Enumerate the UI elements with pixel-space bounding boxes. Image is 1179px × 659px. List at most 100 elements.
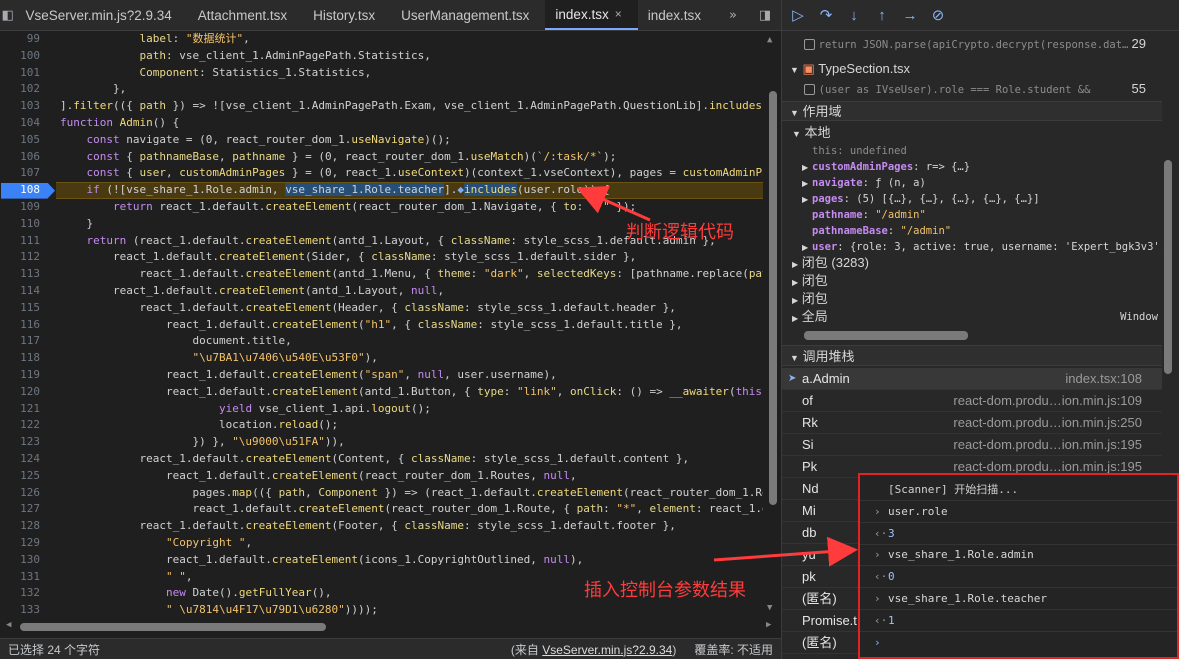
code-line: if (![vse_share_1.Role.admin, vse_share_… bbox=[86, 183, 610, 197]
scope-variable[interactable]: pathnameBase: "/admin" bbox=[782, 222, 1162, 238]
code-line: react_1.default.createElement(Footer, { … bbox=[60, 519, 676, 533]
callstack-frame[interactable]: Si react-dom.produ…ion.min.js:195 bbox=[782, 434, 1162, 456]
code-line: const { pathnameBase, pathname } = (0, r… bbox=[86, 149, 617, 163]
breakpoint-file-group[interactable]: ▼ ▣ TypeSection.tsx bbox=[782, 58, 1162, 80]
line-number[interactable]: 99 bbox=[0, 31, 48, 48]
breakpoint-item[interactable]: return JSON.parse(apiCrypto.decrypt(resp… bbox=[782, 34, 1162, 54]
sidebar-scroll-thumb[interactable] bbox=[1164, 160, 1172, 374]
line-number[interactable]: 128 bbox=[0, 518, 48, 535]
line-number[interactable]: 130 bbox=[0, 552, 48, 569]
scroll-left-icon[interactable]: ◀ bbox=[6, 620, 11, 630]
editor-tab[interactable]: UserManagement.tsx bbox=[391, 0, 545, 30]
line-number[interactable]: 103 bbox=[0, 98, 48, 115]
code-line: path: vse_client_1.AdminPagePath.Statist… bbox=[139, 48, 431, 62]
scope-local[interactable]: ▼ 本地 bbox=[782, 124, 1162, 142]
source-map-link[interactable]: VseServer.min.js?2.9.34 bbox=[542, 643, 672, 657]
callstack-frame[interactable]: of react-dom.produ…ion.min.js:109 bbox=[782, 390, 1162, 412]
coverage-status[interactable]: 覆盖率: 不适用 bbox=[694, 641, 773, 658]
overflow-tabs-icon[interactable]: » bbox=[717, 8, 749, 23]
step-over-icon[interactable]: ↷ bbox=[818, 6, 834, 24]
step-out-icon[interactable]: ↑ bbox=[874, 7, 890, 24]
line-number[interactable]: 105 bbox=[0, 132, 48, 149]
callstack-section-header[interactable]: ▼ 调用堆栈 bbox=[782, 345, 1162, 366]
line-number[interactable]: 119 bbox=[0, 367, 48, 384]
editor-tab[interactable]: Attachment.tsx bbox=[188, 0, 303, 30]
callstack-frame[interactable]: Rk react-dom.produ…ion.min.js:250 bbox=[782, 412, 1162, 434]
line-number[interactable]: 114 bbox=[0, 283, 48, 300]
breakpoint-checkbox[interactable] bbox=[804, 84, 815, 96]
editor-horizontal-scrollbar[interactable]: ◀ ▶ bbox=[0, 617, 781, 636]
line-number[interactable]: 120 bbox=[0, 384, 48, 401]
console-entry: › vse_share_1.Role.teacher bbox=[860, 588, 1177, 610]
breakpoint-checkbox[interactable] bbox=[804, 39, 815, 51]
scroll-down-icon[interactable]: ▼ bbox=[767, 603, 772, 613]
console-entry: ‹·0 bbox=[860, 566, 1177, 589]
line-number[interactable]: 107 bbox=[0, 165, 48, 182]
code-line: } bbox=[60, 216, 94, 230]
scope-global[interactable]: ▶ 全局 Window bbox=[782, 308, 1162, 326]
line-number[interactable]: 123 bbox=[0, 434, 48, 451]
line-number[interactable]: 106 bbox=[0, 149, 48, 166]
line-number[interactable]: 112 bbox=[0, 249, 48, 266]
line-number[interactable]: 122 bbox=[0, 417, 48, 434]
line-number[interactable]: 127 bbox=[0, 501, 48, 518]
line-number[interactable]: 132 bbox=[0, 585, 48, 602]
close-tab-icon[interactable]: × bbox=[615, 7, 622, 21]
line-number[interactable]: 125 bbox=[0, 468, 48, 485]
breakpoint-item[interactable]: (user as IVseUser).role === Role.student… bbox=[782, 79, 1162, 99]
line-number[interactable]: 117 bbox=[0, 333, 48, 350]
editor-tab[interactable]: VseServer.min.js?2.9.34 bbox=[15, 0, 187, 30]
scope-closure[interactable]: ▶ 闭包 (3283) bbox=[782, 254, 1162, 272]
code-line: label: "数据统计", bbox=[139, 32, 250, 45]
callstack-frame[interactable]: ➤ a.Admin index.tsx:108 bbox=[782, 368, 1162, 390]
scope-variable[interactable]: ▶ user: {role: 3, active: true, username:… bbox=[782, 238, 1162, 254]
line-number[interactable]: 116 bbox=[0, 317, 48, 334]
step-icon[interactable]: → bbox=[902, 7, 918, 24]
line-number[interactable]: 121 bbox=[0, 401, 48, 418]
editor-status-bar: 已选择 24 个字符 (来自 VseServer.min.js?2.9.34) … bbox=[0, 638, 781, 659]
line-number[interactable]: 108 bbox=[0, 182, 48, 199]
editor-tab-label: UserManagement.tsx bbox=[401, 7, 530, 23]
scope-closure[interactable]: ▶ 闭包 bbox=[782, 272, 1162, 290]
editor-vertical-scrollbar[interactable]: ▲ ▼ bbox=[763, 31, 781, 617]
scope-closure[interactable]: ▶ 闭包 bbox=[782, 290, 1162, 308]
scope-variable[interactable]: ▶ customAdminPages: r=> {…} bbox=[782, 158, 1162, 174]
line-number[interactable]: 113 bbox=[0, 266, 48, 283]
editor-tab-label: Attachment.tsx bbox=[197, 7, 288, 23]
toggle-navigator-icon[interactable]: ◧ bbox=[0, 0, 15, 30]
resume-icon[interactable]: ▷ bbox=[790, 6, 806, 24]
line-number[interactable]: 115 bbox=[0, 300, 48, 317]
editor-scroll-thumb[interactable] bbox=[769, 91, 777, 505]
line-number[interactable]: 110 bbox=[0, 216, 48, 233]
console-entry[interactable]: › bbox=[860, 632, 1177, 654]
scope-hscroll-thumb[interactable] bbox=[804, 331, 968, 340]
editor-tab-label: VseServer.min.js?2.9.34 bbox=[25, 7, 172, 23]
line-number[interactable]: 124 bbox=[0, 451, 48, 468]
editor-hscroll-thumb[interactable] bbox=[20, 623, 326, 631]
line-number[interactable]: 118 bbox=[0, 350, 48, 367]
line-number[interactable]: 101 bbox=[0, 65, 48, 82]
editor-tab[interactable]: History.tsx bbox=[303, 0, 391, 30]
scope-variable[interactable]: ▶ navigate: ƒ (n, a) bbox=[782, 174, 1162, 190]
code-line: " ", bbox=[165, 569, 193, 583]
toggle-debugger-icon[interactable]: ◨ bbox=[749, 8, 781, 23]
line-number[interactable]: 133 bbox=[0, 602, 48, 617]
deactivate-breakpoints-icon[interactable]: ⊘ bbox=[930, 6, 946, 24]
debugger-toolbar: ▷ ↷ ↓ ↑ → ⊘ bbox=[782, 0, 1179, 31]
editor-tab-label: History.tsx bbox=[313, 7, 376, 23]
scope-variable[interactable]: ▶ pages: (5) [{…}, {…}, {…}, {…}, {…}] bbox=[782, 190, 1162, 206]
editor-tab[interactable]: index.tsx bbox=[638, 0, 717, 30]
scope-variable[interactable]: pathname: "/admin" bbox=[782, 206, 1162, 222]
line-number[interactable]: 104 bbox=[0, 115, 48, 132]
line-number[interactable]: 111 bbox=[0, 233, 48, 250]
line-number[interactable]: 109 bbox=[0, 199, 48, 216]
line-number[interactable]: 100 bbox=[0, 48, 48, 65]
line-number[interactable]: 102 bbox=[0, 81, 48, 98]
scope-section-header[interactable]: ▼ 作用域 bbox=[782, 101, 1162, 121]
line-number[interactable]: 131 bbox=[0, 569, 48, 586]
line-number[interactable]: 126 bbox=[0, 485, 48, 502]
line-number[interactable]: 129 bbox=[0, 535, 48, 552]
step-into-icon[interactable]: ↓ bbox=[846, 7, 862, 24]
scroll-right-icon[interactable]: ▶ bbox=[766, 620, 771, 630]
editor-tab[interactable]: index.tsx × bbox=[545, 0, 638, 30]
